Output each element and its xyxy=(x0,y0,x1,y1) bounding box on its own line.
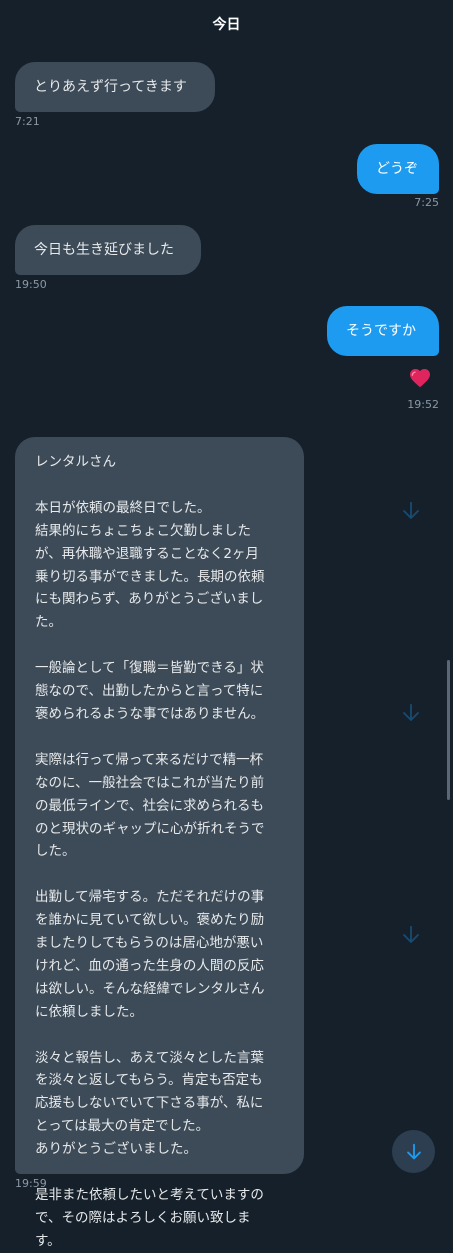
message-bubble-outgoing[interactable]: どうぞ xyxy=(357,144,439,194)
scrollbar[interactable] xyxy=(447,660,450,800)
message-timestamp: 7:21 xyxy=(15,115,40,128)
message-bubble-incoming-long[interactable]: レンタルさん 本日が依頼の最終日でした。 結果的にちょこちょこ欠勤しました が、… xyxy=(15,437,304,1249)
arrow-down-icon xyxy=(403,501,419,519)
arrow-down-icon xyxy=(403,925,419,943)
arrow-down-icon xyxy=(406,1143,421,1159)
message-timestamp: 19:52 xyxy=(407,398,439,411)
message-bubble-incoming[interactable]: 今日も生き延びました xyxy=(15,225,201,275)
date-header: 今日 xyxy=(212,17,241,33)
message-timestamp: 7:25 xyxy=(414,196,439,209)
message-bubble-incoming[interactable]: とりあえず行ってきます xyxy=(15,62,215,112)
message-bubble-outgoing[interactable]: そうですか xyxy=(327,306,439,356)
heart-icon[interactable] xyxy=(408,366,432,390)
arrow-down-icon xyxy=(403,703,419,721)
scroll-to-bottom-button[interactable] xyxy=(392,1130,435,1173)
message-timestamp: 19:59 xyxy=(15,1177,47,1190)
message-timestamp: 19:50 xyxy=(15,278,47,291)
